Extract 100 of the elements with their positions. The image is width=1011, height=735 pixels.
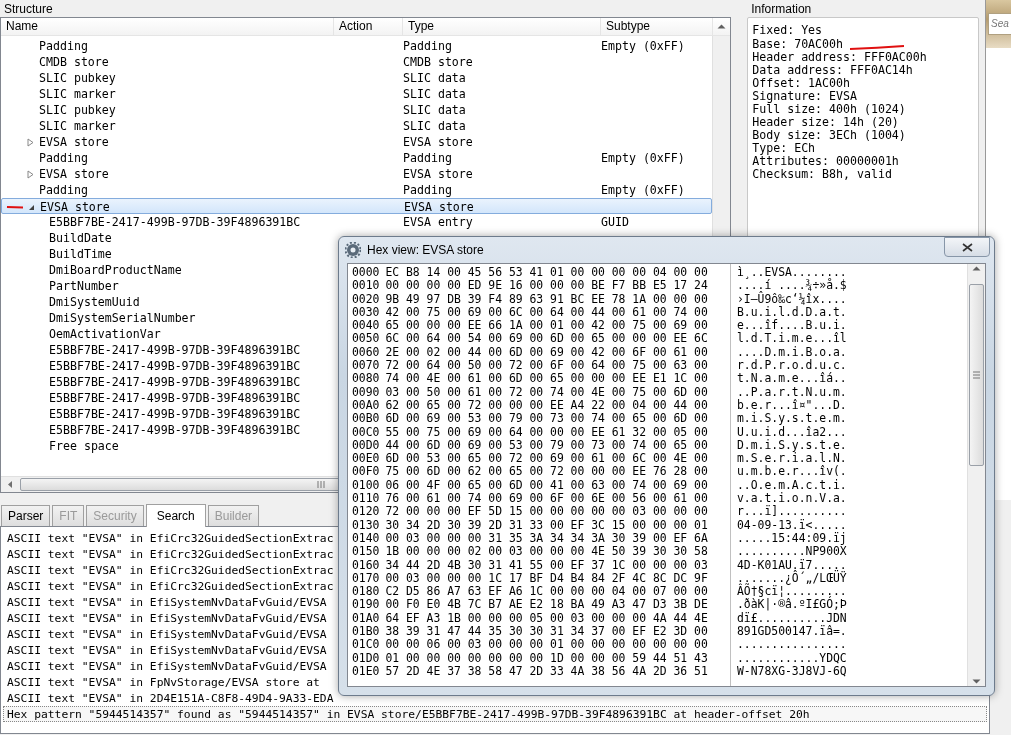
hex-offset: 0170 xyxy=(352,571,380,586)
hex-offset: 0050 xyxy=(352,332,380,346)
group-title: Structure xyxy=(4,2,53,16)
ascii-text: r...ï].......... xyxy=(737,505,847,519)
type-cell: CMDB store xyxy=(403,55,473,69)
info-line: Full size: 400h (1024) xyxy=(752,103,906,116)
ascii-text: m.i.S.y.s.t.e.m. xyxy=(737,412,847,426)
hex-offset: 0110 xyxy=(352,492,380,506)
ascii-text: t.N.a.m.e...îá.. xyxy=(737,372,847,386)
tree-item-name: SLIC marker xyxy=(39,87,116,101)
tree-item-name: Padding xyxy=(39,183,88,197)
tree-item-name: BuildDate xyxy=(49,231,112,245)
hex-offset: 0040 xyxy=(352,319,380,333)
ascii-text: v.a.t.i.o.n.V.a. xyxy=(737,492,847,506)
hex-bytes: 44 00 6D 00 69 00 53 00 79 00 73 00 74 00 65 00 xyxy=(385,438,708,453)
type-cell: Padding xyxy=(403,151,452,165)
subtype-cell: Empty (0xFF) xyxy=(601,183,685,197)
hex-bytes: 76 00 61 00 74 00 69 00 6F 00 6E 00 56 00 61 00 xyxy=(385,492,708,506)
hex-offset: 0060 xyxy=(352,345,380,360)
info-line: Fixed: Yes xyxy=(752,24,823,37)
tree-item-name: EVSA store xyxy=(40,200,110,214)
hex-offset: 00F0 xyxy=(352,465,380,479)
hex-bytes: 74 00 4E 00 61 00 6D 00 65 00 00 00 EE E1 1C 00 xyxy=(385,372,708,386)
hex-offset: 0130 xyxy=(352,518,380,532)
type-cell: Padding xyxy=(403,183,452,197)
type-cell: SLIC data xyxy=(403,87,466,101)
info-line: Data address: FFF0AC14h xyxy=(752,64,913,77)
type-cell: EVSA store xyxy=(404,200,474,214)
hex-bytes: 00 03 00 00 00 31 35 3A 34 34 3A 30 39 00 EF 6A xyxy=(385,531,708,546)
ascii-text: .......¿Ô´„/LŒÜŸ xyxy=(737,571,847,585)
hex-offset: 01B0 xyxy=(352,625,380,639)
hex-offset: 0150 xyxy=(352,545,380,559)
tree-item-name: SLIC marker xyxy=(39,119,116,133)
hex-offset: 01E0 xyxy=(352,664,380,679)
hex-offset: 0120 xyxy=(352,505,380,519)
hex-bytes: 2E 00 02 00 44 00 6D 00 69 00 42 00 6F 00 61 00 xyxy=(385,345,708,360)
hex-bytes: 00 00 00 00 ED 9E 16 00 00 00 BE F7 BB E5 17 24 xyxy=(385,279,708,293)
ascii-text: e...îf....B.u.i. xyxy=(737,319,847,333)
ascii-text: l.d.T.i.m.e...îl xyxy=(737,332,847,346)
type-cell: EVSA store xyxy=(403,135,473,149)
hex-offset: 00E0 xyxy=(352,452,380,466)
hex-bytes: 1B 00 00 00 02 00 03 00 00 00 4E 50 39 30 30 58 xyxy=(385,545,708,559)
hex-offset: 00B0 xyxy=(352,412,380,426)
type-cell: Padding xyxy=(403,39,452,53)
hex-offset: 00C0 xyxy=(352,425,380,439)
ascii-text: dï£..........JDN xyxy=(737,611,847,625)
info-line: Header size: 14h (20) xyxy=(752,116,899,129)
ascii-text: ....D.m.i.B.o.a. xyxy=(737,345,847,359)
hex-offset: 0070 xyxy=(352,359,380,373)
hex-bytes: 00 03 00 00 00 1C 17 BF D4 B4 84 2F 4C 8C DC 9F xyxy=(385,571,708,586)
hex-bytes: 75 00 6D 00 62 00 65 00 72 00 00 00 EE 76 28 00 xyxy=(385,465,708,479)
ascii-text: U.u.i.d...îa2... xyxy=(737,425,847,439)
tree-item-name: E5BBF7BE-2417-499B-97DB-39F4896391BC xyxy=(49,215,301,229)
hex-bytes: 38 39 31 47 44 35 30 30 31 34 37 00 EF E2 3D 00 xyxy=(385,625,708,639)
ascii-text: ..P.a.r.t.N.u.m. xyxy=(737,385,847,399)
hex-bytes: 64 EF A3 1B 00 00 00 05 00 03 00 00 00 4A 44 4E xyxy=(385,611,708,625)
tree-item-name: EVSA store xyxy=(39,167,109,181)
ascii-text: .....15:44:09.ïj xyxy=(737,531,847,546)
subtype-cell: GUID xyxy=(601,215,629,229)
hex-bytes: 42 00 75 00 69 00 6C 00 64 00 44 00 61 00 74 00 xyxy=(385,305,708,320)
hex-offset: 0080 xyxy=(352,372,380,386)
ascii-text: B.u.i.l.d.D.a.t. xyxy=(737,305,847,319)
info-line: Base: 70AC00h xyxy=(752,37,843,51)
hex-bytes: 9B 49 97 DB 39 F4 89 63 91 BC EE 78 1A 00 00 00 xyxy=(385,292,708,306)
hex-bytes: 6D 00 69 00 53 00 79 00 73 00 74 00 65 00 6D 00 xyxy=(385,412,708,426)
info-line: Signature: EVSA xyxy=(752,90,857,103)
hex-bytes: 00 00 06 00 03 00 00 00 01 00 00 00 00 00 00 00 xyxy=(385,638,708,652)
ascii-text: m.S.e.r.i.a.l.N. xyxy=(737,452,847,466)
ascii-text: ..O.e.m.A.c.t.i. xyxy=(737,478,847,492)
type-cell: SLIC data xyxy=(403,103,466,117)
ascii-text: 04-09-13.ï<..... xyxy=(737,518,847,532)
hex-offset: 0160 xyxy=(352,558,380,572)
hex-offset: 0180 xyxy=(352,585,380,599)
dialog-title: Hex view: EVSA store xyxy=(367,243,485,257)
type-cell: SLIC data xyxy=(403,119,466,133)
hex-bytes: 34 44 2D 4B 30 31 41 55 00 EF 37 1C 00 00 00 03 xyxy=(385,558,708,572)
ascii-text: .ðàK|·®â.ºI£GÓ;Þ xyxy=(737,598,847,612)
tree-item-name: Padding xyxy=(39,39,88,53)
tree-item-name: Padding xyxy=(39,151,88,165)
hex-offset: 00A0 xyxy=(352,398,380,413)
hex-offset: 0090 xyxy=(352,385,380,399)
type-cell: EVSA entry xyxy=(403,215,473,229)
info-line: Offset: 1AC00h xyxy=(752,77,850,90)
hex-offset: 0000 xyxy=(352,266,380,280)
info-line: Type: ECh xyxy=(752,142,816,155)
tree-item-name: CMDB store xyxy=(39,55,109,69)
hex-offset: 0140 xyxy=(352,531,380,546)
type-cell: SLIC data xyxy=(403,71,466,85)
ascii-text: ›I—Û9ô‰c‘¼îx.... xyxy=(737,292,847,306)
hex-bytes: 57 2D 4E 37 38 58 47 2D 33 4A 38 56 4A 2D 36 51 xyxy=(385,664,708,679)
ascii-text: ì¸..EVSA........ xyxy=(737,266,847,280)
info-line: Checksum: B8h, valid xyxy=(752,168,892,181)
hex-offset: 00D0 xyxy=(352,438,380,453)
hex-bytes: 55 00 75 00 69 00 64 00 00 00 EE 61 32 00 05 00 xyxy=(385,425,708,439)
info-line: Body size: 3ECh (1004) xyxy=(752,129,906,142)
ascii-text: ..........NP900X xyxy=(737,545,847,559)
ascii-text: r.d.P.r.o.d.u.c. xyxy=(737,359,847,373)
ascii-text: W-N78XG-3J8VJ-6Q xyxy=(737,664,847,679)
info-line: Attributes: 00000001h xyxy=(752,155,899,168)
hex-bytes: 06 00 4F 00 65 00 6D 00 41 00 63 00 74 00 69 00 xyxy=(385,478,708,493)
